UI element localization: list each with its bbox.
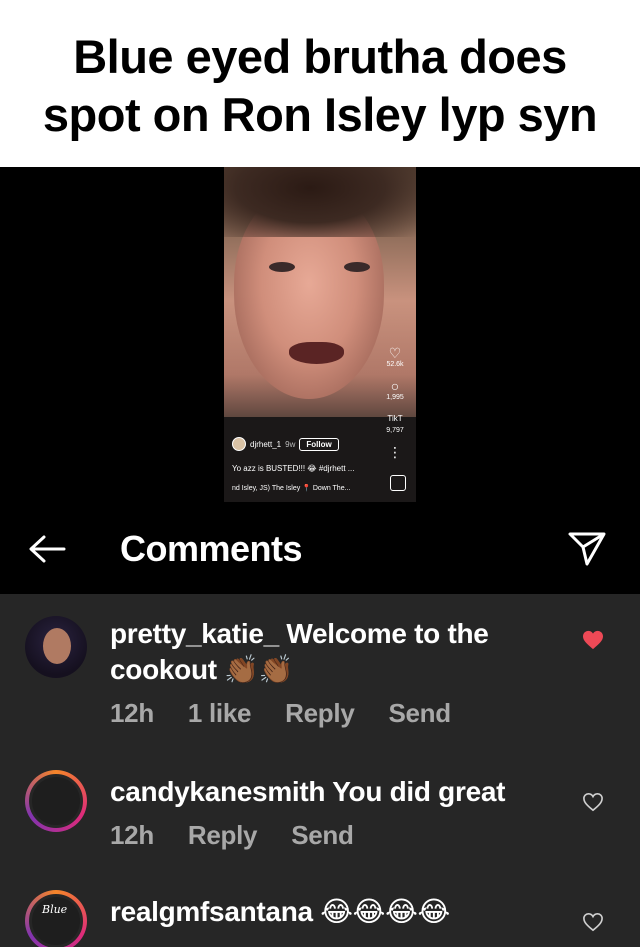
heart-outline-icon[interactable] <box>582 792 604 812</box>
tiktok-logo-icon: TikT <box>387 414 403 423</box>
avatar[interactable]: Blue <box>25 890 87 947</box>
comment-body: pretty_katie_ Welcome to the cookout 👏🏾👏… <box>110 616 550 688</box>
video-sound-icon[interactable] <box>390 475 406 491</box>
video-follow-button[interactable]: Follow <box>299 437 339 451</box>
video-like-icon[interactable]: ♡ <box>380 345 410 361</box>
video-music[interactable]: nd Isley, JS) The Isley 📍 Down The... <box>232 484 382 492</box>
avatar[interactable] <box>25 616 87 678</box>
avatar-logo: Blue <box>29 894 83 947</box>
comment-text: Welcome to the <box>286 618 489 649</box>
comment-text: You did great <box>332 776 506 807</box>
video-eye-right <box>344 262 370 272</box>
video-mouth <box>289 342 344 364</box>
comment-body: candykanesmith You did great <box>110 774 550 810</box>
video-user-row: djrhett_1 9w Follow <box>232 437 339 451</box>
send-button[interactable]: Send <box>388 698 451 729</box>
video-share-count: 9,797 <box>386 427 404 434</box>
video-eye-left <box>269 262 295 272</box>
video-comment-icon[interactable]: ○ <box>380 378 410 394</box>
clapping-hands-emoji: 👏🏾👏🏾 <box>224 654 294 685</box>
avatar-logo-text: Blue <box>42 903 68 916</box>
arrow-left-icon[interactable] <box>26 528 68 570</box>
reply-button[interactable]: Reply <box>188 820 258 851</box>
video-player[interactable]: ♡ 52.6k ○ 1,995 TikT 9,797 ⋮ djrhett_1 9… <box>224 167 416 502</box>
video-comment-count: 1,995 <box>386 394 404 401</box>
comment-text-cont: cookout <box>110 654 217 685</box>
meme-caption-line1: Blue eyed brutha does <box>73 30 567 83</box>
comment-like-count[interactable]: 1 like <box>188 698 252 729</box>
comments-list: pretty_katie_ Welcome to the cookout 👏🏾👏… <box>0 594 640 947</box>
laughing-emoji: 😂😂😂😂 <box>320 896 450 927</box>
video-side-actions: ♡ 52.6k ○ 1,995 TikT 9,797 ⋮ <box>380 345 410 460</box>
avatar[interactable] <box>25 770 87 832</box>
send-button[interactable]: Send <box>291 820 354 851</box>
video-area: ♡ 52.6k ○ 1,995 TikT 9,797 ⋮ djrhett_1 9… <box>0 167 640 502</box>
comment-username[interactable]: pretty_katie_ <box>110 618 279 649</box>
video-post-time: 9w <box>285 439 296 449</box>
heart-outline-icon[interactable] <box>582 912 604 932</box>
comments-header: Comments <box>0 502 640 594</box>
comment-time: 12h <box>110 698 154 728</box>
reply-button[interactable]: Reply <box>285 698 355 729</box>
comment-body: realgmfsantana 😂😂😂😂 <box>110 894 550 930</box>
avatar-face <box>43 628 71 664</box>
comment-meta: 12h 1 like Reply Send <box>110 698 451 729</box>
comment-meta: 12h Reply Send <box>110 820 354 851</box>
video-like-count: 52.6k <box>386 361 404 368</box>
meme-caption-line2: spot on Ron Isley lyp syn <box>42 88 598 141</box>
video-username[interactable]: djrhett_1 <box>250 440 281 449</box>
comments-title: Comments <box>120 528 303 569</box>
video-hair <box>224 167 416 237</box>
avatar-photo <box>29 774 83 828</box>
heart-filled-icon[interactable] <box>582 630 604 650</box>
comment-username[interactable]: candykanesmith <box>110 776 326 807</box>
paper-plane-icon[interactable] <box>567 528 607 568</box>
meme-caption: Blue eyed brutha does spot on Ron Isley … <box>0 0 640 167</box>
video-user-avatar[interactable] <box>232 437 246 451</box>
comment-time: 12h <box>110 820 154 850</box>
video-more-icon[interactable]: ⋮ <box>380 444 410 460</box>
video-caption: Yo azz is BUSTED!!! 😂 #djrhett ... <box>232 464 355 473</box>
comment-username[interactable]: realgmfsantana <box>110 896 313 927</box>
